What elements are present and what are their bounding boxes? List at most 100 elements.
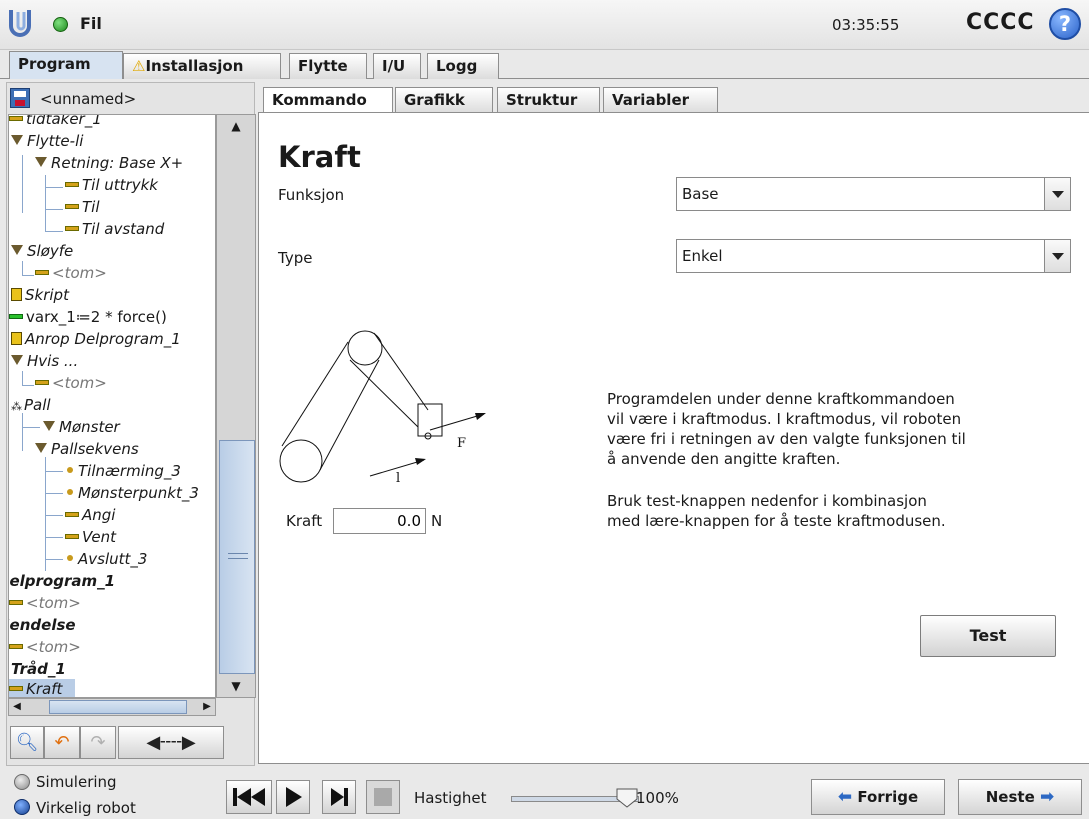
tree-node[interactable]: Til [65, 197, 100, 217]
scroll-thumb[interactable] [49, 700, 187, 714]
undo-button[interactable]: ↶ [44, 726, 80, 759]
scroll-up-icon[interactable]: ▲ [221, 117, 251, 135]
tree-node-label: <tom> [26, 594, 81, 612]
tree-node[interactable]: varx_1≔2 * force() [9, 307, 167, 327]
simulation-radio[interactable] [14, 774, 30, 790]
tab-flytte[interactable]: Flytte [289, 53, 367, 79]
tree-node[interactable]: <tom> [35, 263, 107, 283]
move-node-button[interactable]: ◀╌╌▶ [118, 726, 224, 759]
search-button[interactable]: 🔍︎ [10, 726, 44, 759]
tab-kommando[interactable]: Kommando [263, 87, 393, 114]
tree-node[interactable]: Hendelse [9, 615, 76, 635]
redo-button[interactable]: ↷ [80, 726, 116, 759]
tree-node[interactable]: Angi [65, 505, 115, 525]
tree-node[interactable]: Til avstand [65, 219, 164, 239]
step-button[interactable] [322, 780, 356, 814]
skip-to-start-button[interactable] [226, 780, 272, 814]
force-arrowhead [475, 413, 486, 420]
tab-label: Logg [436, 57, 478, 75]
funksjon-dropdown[interactable]: Base [676, 177, 1071, 211]
tool-box-shape [417, 403, 443, 437]
tree-node[interactable]: Hvis ... [11, 351, 78, 371]
tree-node[interactable]: Tilnærming_3 [67, 461, 181, 481]
tree-node[interactable]: Tråd_1 [11, 659, 66, 679]
tree-connector [45, 457, 46, 571]
scroll-down-icon[interactable]: ▼ [221, 677, 251, 695]
tab-struktur[interactable]: Struktur [497, 87, 600, 113]
tree-node[interactable]: Delprogram_1 [8, 571, 116, 591]
tree-node[interactable]: Flytte-li [11, 131, 83, 151]
tree-node-label: Til [82, 198, 100, 216]
tree-node-label: Sløyfe [27, 242, 74, 260]
tree-connector [45, 175, 46, 231]
tree-horizontal-scrollbar[interactable]: ◀ ▶ [8, 698, 216, 716]
tab-grafikk[interactable]: Grafikk [395, 87, 493, 113]
tab-iu[interactable]: I/U [373, 53, 421, 79]
test-button[interactable]: Test [920, 615, 1056, 657]
tab-label: Kommando [272, 91, 367, 109]
tree-node-label: Delprogram_1 [8, 572, 116, 590]
tree-node-label: Flytte-li [27, 132, 84, 150]
scroll-right-icon[interactable]: ▶ [201, 699, 213, 715]
tree-node[interactable]: <tom> [35, 373, 107, 393]
tree-node-selected[interactable]: Kraft [9, 679, 75, 697]
stop-button[interactable] [366, 780, 400, 814]
step-icon [331, 788, 348, 806]
tree-node[interactable]: Retning: Base X+ [35, 153, 183, 173]
tree-connector [22, 261, 23, 275]
command-icon [35, 380, 49, 385]
expand-triangle-icon [43, 421, 55, 431]
tree-node[interactable]: ⁂ Pall [11, 395, 51, 417]
tree-node[interactable]: Mønsterpunkt_3 [67, 483, 199, 503]
force-input[interactable] [333, 508, 426, 534]
speed-slider-handle[interactable] [616, 788, 638, 808]
file-menu[interactable]: Fil [80, 14, 102, 33]
tree-node[interactable]: Sløyfe [11, 241, 73, 261]
tree-node[interactable]: <tom> [9, 593, 81, 613]
real-robot-label: Virkelig robot [36, 799, 136, 817]
previous-button[interactable]: ⬅ Forrige [811, 779, 945, 815]
scroll-left-icon[interactable]: ◀ [11, 699, 23, 715]
type-dropdown[interactable]: Enkel [676, 239, 1071, 273]
tree-node[interactable]: Pallsekvens [35, 439, 139, 459]
redo-icon: ↷ [90, 732, 106, 753]
tree-node-label: Vent [82, 528, 116, 546]
direction-symbol-label: l [396, 471, 400, 486]
tree-node[interactable]: Skript [11, 285, 69, 305]
tree-node[interactable]: Mønster [43, 417, 120, 437]
save-icon[interactable] [10, 88, 30, 108]
tab-logg[interactable]: Logg [427, 53, 499, 79]
tab-installasjon[interactable]: ⚠Installasjon [123, 53, 281, 79]
tree-node[interactable]: Anrop Delprogram_1 [11, 329, 181, 349]
tree-node-label: Mønsterpunkt_3 [78, 484, 199, 502]
arrow-right-icon: ➡ [1039, 787, 1055, 807]
force-diagram: F l [279, 330, 486, 486]
real-robot-radio[interactable] [14, 799, 30, 815]
tree-connector [45, 515, 63, 516]
tree-node[interactable]: Avslutt_3 [67, 549, 147, 569]
command-icon [65, 226, 79, 231]
command-icon [9, 116, 23, 121]
type-label: Type [278, 249, 313, 267]
tree-node-label: Hvis ... [27, 352, 79, 370]
next-button[interactable]: Neste ➡ [958, 779, 1082, 815]
top-bar [0, 0, 1089, 50]
upper-arm-edge [281, 341, 349, 447]
scroll-grip [228, 553, 248, 559]
pallet-icon: ⁂ [11, 400, 22, 413]
skip-back-icon [233, 788, 265, 806]
play-button[interactable] [276, 780, 310, 814]
tree-node[interactable]: Til uttrykk [65, 175, 158, 195]
tree-vertical-scrollbar[interactable]: ▲ ▼ [216, 114, 256, 698]
tab-variabler[interactable]: Variabler [603, 87, 718, 113]
tree-connector [22, 427, 40, 428]
tree-node[interactable]: tidtaker_1 [9, 114, 102, 129]
program-tree[interactable]: tidtaker_1 Flytte-li Retning: Base X+ Ti… [8, 114, 216, 698]
tab-program[interactable]: Program [9, 51, 123, 79]
tree-node[interactable]: Vent [65, 527, 116, 547]
help-button[interactable]: ? [1049, 8, 1081, 40]
scroll-thumb[interactable] [219, 440, 255, 674]
tree-node[interactable]: <tom> [9, 637, 81, 657]
tree-node-label: tidtaker_1 [26, 114, 102, 128]
tab-label: Grafikk [404, 91, 465, 109]
